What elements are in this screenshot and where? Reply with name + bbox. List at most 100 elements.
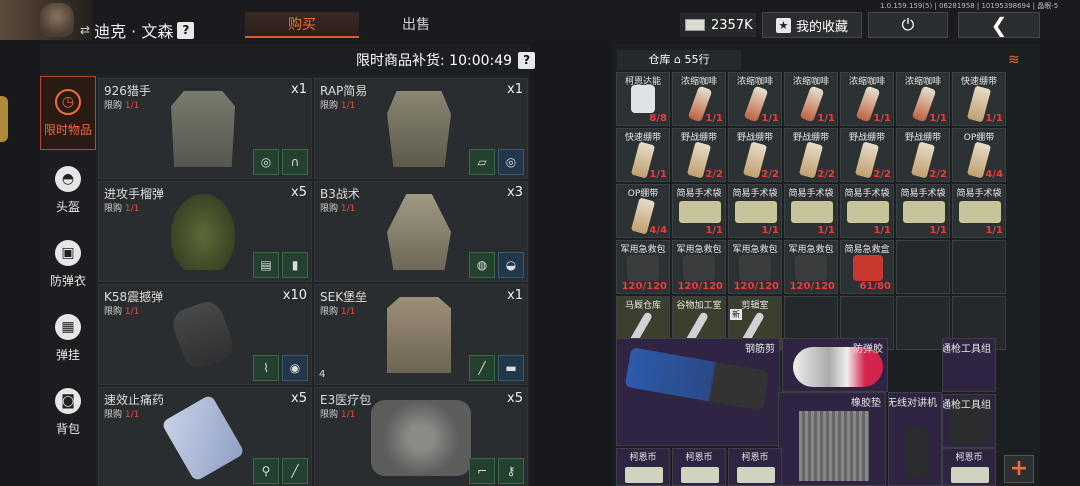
add-button[interactable]: + bbox=[1004, 455, 1034, 483]
inventory-slot[interactable]: OP绷带 4/4 bbox=[952, 128, 1006, 182]
purchase-limit: 限购 1/1 bbox=[320, 304, 355, 317]
restock-label: 限时商品补货: 10:00:49 bbox=[356, 53, 513, 69]
shop-item-card[interactable]: 进攻手榴弹 限购 1/1 x5 ▤ ▮ bbox=[98, 181, 312, 282]
bolt-cutter[interactable]: 钢筋剪 bbox=[616, 338, 780, 446]
material-icon[interactable]: ╱ bbox=[282, 458, 308, 484]
category-backpack[interactable]: ◙ 背包 bbox=[40, 376, 96, 450]
inventory-slot[interactable]: 野战绷带 2/2 bbox=[784, 128, 838, 182]
radio[interactable]: 无线对讲机 bbox=[888, 392, 942, 486]
inventory-slot[interactable]: 简易手术袋 1/1 bbox=[672, 184, 726, 238]
inventory-slot[interactable]: 快速绷带 1/1 bbox=[616, 128, 670, 182]
purchase-limit: 限购 1/1 bbox=[104, 304, 139, 317]
inventory-slot[interactable]: 快速绷带 1/1 bbox=[952, 72, 1006, 126]
inventory-slot[interactable]: 简易手术袋 1/1 bbox=[728, 184, 782, 238]
material-icon[interactable]: ▬ bbox=[498, 355, 524, 381]
inventory-slot[interactable]: 浓缩咖啡 1/1 bbox=[840, 72, 894, 126]
item-name: B3战术 bbox=[320, 187, 360, 201]
tab-buy[interactable]: 购买 bbox=[245, 12, 359, 38]
shop-item-card[interactable]: RAP简易 限购 1/1 x1 ▱ ◎ bbox=[314, 78, 528, 179]
shop-item-card[interactable]: SEK堡垒 限购 1/1 x1 ╱ ▬ 4 bbox=[314, 284, 528, 385]
player-avatar[interactable] bbox=[0, 0, 92, 40]
inventory-slot[interactable]: 浓缩咖啡 1/1 bbox=[784, 72, 838, 126]
material-icon[interactable]: ◎ bbox=[253, 149, 279, 175]
tab-sell[interactable]: 出售 bbox=[359, 12, 473, 38]
material-icon[interactable]: ∩ bbox=[282, 149, 308, 175]
item-name: E3医疗包 bbox=[320, 393, 372, 407]
material-icon[interactable]: ◍ bbox=[469, 252, 495, 278]
inventory-slot[interactable]: 柯恩达能 8/8 bbox=[616, 72, 670, 126]
category-vest[interactable]: ▣ 防弹衣 bbox=[40, 228, 96, 302]
inventory-slot[interactable]: 军用急救包 120/120 bbox=[672, 240, 726, 294]
inventory-slot[interactable]: 军用急救包 120/120 bbox=[784, 240, 838, 294]
clock-icon: ◷ bbox=[55, 89, 81, 115]
material-icon[interactable]: ╱ bbox=[469, 355, 495, 381]
purchase-limit: 限购 1/1 bbox=[320, 201, 355, 214]
player-help-icon[interactable]: ? bbox=[177, 21, 195, 39]
inventory-slot[interactable]: 简易手术袋 1/1 bbox=[840, 184, 894, 238]
category-helmet[interactable]: ◓ 头盔 bbox=[40, 154, 96, 228]
cleaning-kit[interactable]: 通枪工具组 bbox=[942, 338, 996, 392]
inventory-slot[interactable]: 浓缩咖啡 1/1 bbox=[672, 72, 726, 126]
inventory-slot[interactable]: 野战绷带 2/2 bbox=[840, 128, 894, 182]
shop-item-card[interactable]: E3医疗包 限购 1/1 x5 ⌐ ⚷ bbox=[314, 387, 528, 486]
back-button[interactable]: ❮ bbox=[958, 12, 1040, 38]
side-handle[interactable] bbox=[0, 96, 8, 142]
material-icon[interactable]: ⚷ bbox=[498, 458, 524, 484]
shop-item-card[interactable]: 926猎手 限购 1/1 x1 ◎ ∩ bbox=[98, 78, 312, 179]
inventory-slot[interactable]: 野战绷带 2/2 bbox=[672, 128, 726, 182]
limit-value: 1/1 bbox=[340, 410, 356, 420]
warehouse-header[interactable]: 仓库 ⌂ 55行 bbox=[617, 50, 741, 70]
item-quantity: x3 bbox=[507, 185, 523, 200]
limit-value: 1/1 bbox=[124, 307, 140, 317]
slot-count: 2/2 bbox=[705, 169, 723, 180]
material-icon[interactable]: ▱ bbox=[469, 149, 495, 175]
toolkit-case[interactable]: 通枪工具组 bbox=[942, 394, 996, 448]
material-icon[interactable]: ⌐ bbox=[469, 458, 495, 484]
material-icon[interactable]: ⌇ bbox=[253, 355, 279, 381]
category-clock[interactable]: ◷ 限时物品 bbox=[40, 76, 96, 150]
material-icon[interactable]: ◒ bbox=[498, 252, 524, 278]
shop-item-card[interactable]: K58震撼弹 限购 1/1 x10 ⌇ ◉ bbox=[98, 284, 312, 385]
inventory-slot[interactable]: 浓缩咖啡 1/1 bbox=[728, 72, 782, 126]
shop-item-card[interactable]: B3战术 限购 1/1 x3 ◍ ◒ bbox=[314, 181, 528, 282]
category-rig[interactable]: ▦ 弹挂 bbox=[40, 302, 96, 376]
shop-item-card[interactable]: 速效止痛药 限购 1/1 x5 ⚲ ╱ bbox=[98, 387, 312, 486]
category-label: 头盔 bbox=[55, 200, 80, 214]
material-icon[interactable]: ⚲ bbox=[253, 458, 279, 484]
slot-count: 1/1 bbox=[817, 225, 835, 236]
material-icon[interactable]: ◉ bbox=[282, 355, 308, 381]
inventory-slot[interactable]: OP绷带 4/4 bbox=[616, 184, 670, 238]
inventory-slot[interactable]: 简易手术袋 1/1 bbox=[784, 184, 838, 238]
coin-slot[interactable]: 柯恩币 bbox=[942, 448, 996, 486]
inventory-slot[interactable]: 简易手术袋 1/1 bbox=[952, 184, 1006, 238]
sort-stack-icon[interactable]: ≋ bbox=[1008, 52, 1030, 70]
inventory-slot[interactable]: 简易急救盒 61/80 bbox=[840, 240, 894, 294]
coin-slot[interactable]: 柯恩币 bbox=[728, 448, 782, 486]
inventory-slot[interactable]: 简易手术袋 1/1 bbox=[896, 184, 950, 238]
tape-roll[interactable]: 防弹胶 bbox=[782, 338, 888, 392]
material-icon[interactable]: ◎ bbox=[498, 149, 524, 175]
switch-icon[interactable]: ⇄ bbox=[80, 23, 90, 37]
material-icon[interactable]: ▮ bbox=[282, 252, 308, 278]
restock-help-icon[interactable]: ? bbox=[518, 51, 536, 69]
slot-name: 军用急救包 bbox=[732, 245, 778, 255]
limit-prefix: 限购 bbox=[320, 307, 339, 317]
coin-slot[interactable]: 柯恩币 bbox=[672, 448, 726, 486]
rubber-mat[interactable]: 橡胶垫 bbox=[778, 392, 886, 486]
coin-slot[interactable]: 柯恩币 bbox=[616, 448, 670, 486]
slot-count: 1/1 bbox=[985, 113, 1003, 124]
inventory-slot[interactable]: 野战绷带 2/2 bbox=[896, 128, 950, 182]
slot-name: 浓缩咖啡 bbox=[680, 77, 717, 87]
inventory-slot[interactable]: 野战绷带 2/2 bbox=[728, 128, 782, 182]
item-image bbox=[387, 297, 451, 373]
slot-name: 简易手术袋 bbox=[788, 189, 834, 199]
favorites-button[interactable]: ★ 我的收藏 bbox=[762, 12, 862, 38]
inventory-slot[interactable]: 军用急救包 120/120 bbox=[616, 240, 670, 294]
material-icon[interactable]: ▤ bbox=[253, 252, 279, 278]
power-button[interactable]: ⏻ bbox=[868, 12, 948, 38]
inventory-slot[interactable]: 浓缩咖啡 1/1 bbox=[896, 72, 950, 126]
category-label: 弹挂 bbox=[55, 348, 80, 362]
slot-name: 快速绷带 bbox=[624, 133, 661, 143]
inventory-slot[interactable]: 军用急救包 120/120 bbox=[728, 240, 782, 294]
item-name: RAP简易 bbox=[320, 84, 368, 98]
